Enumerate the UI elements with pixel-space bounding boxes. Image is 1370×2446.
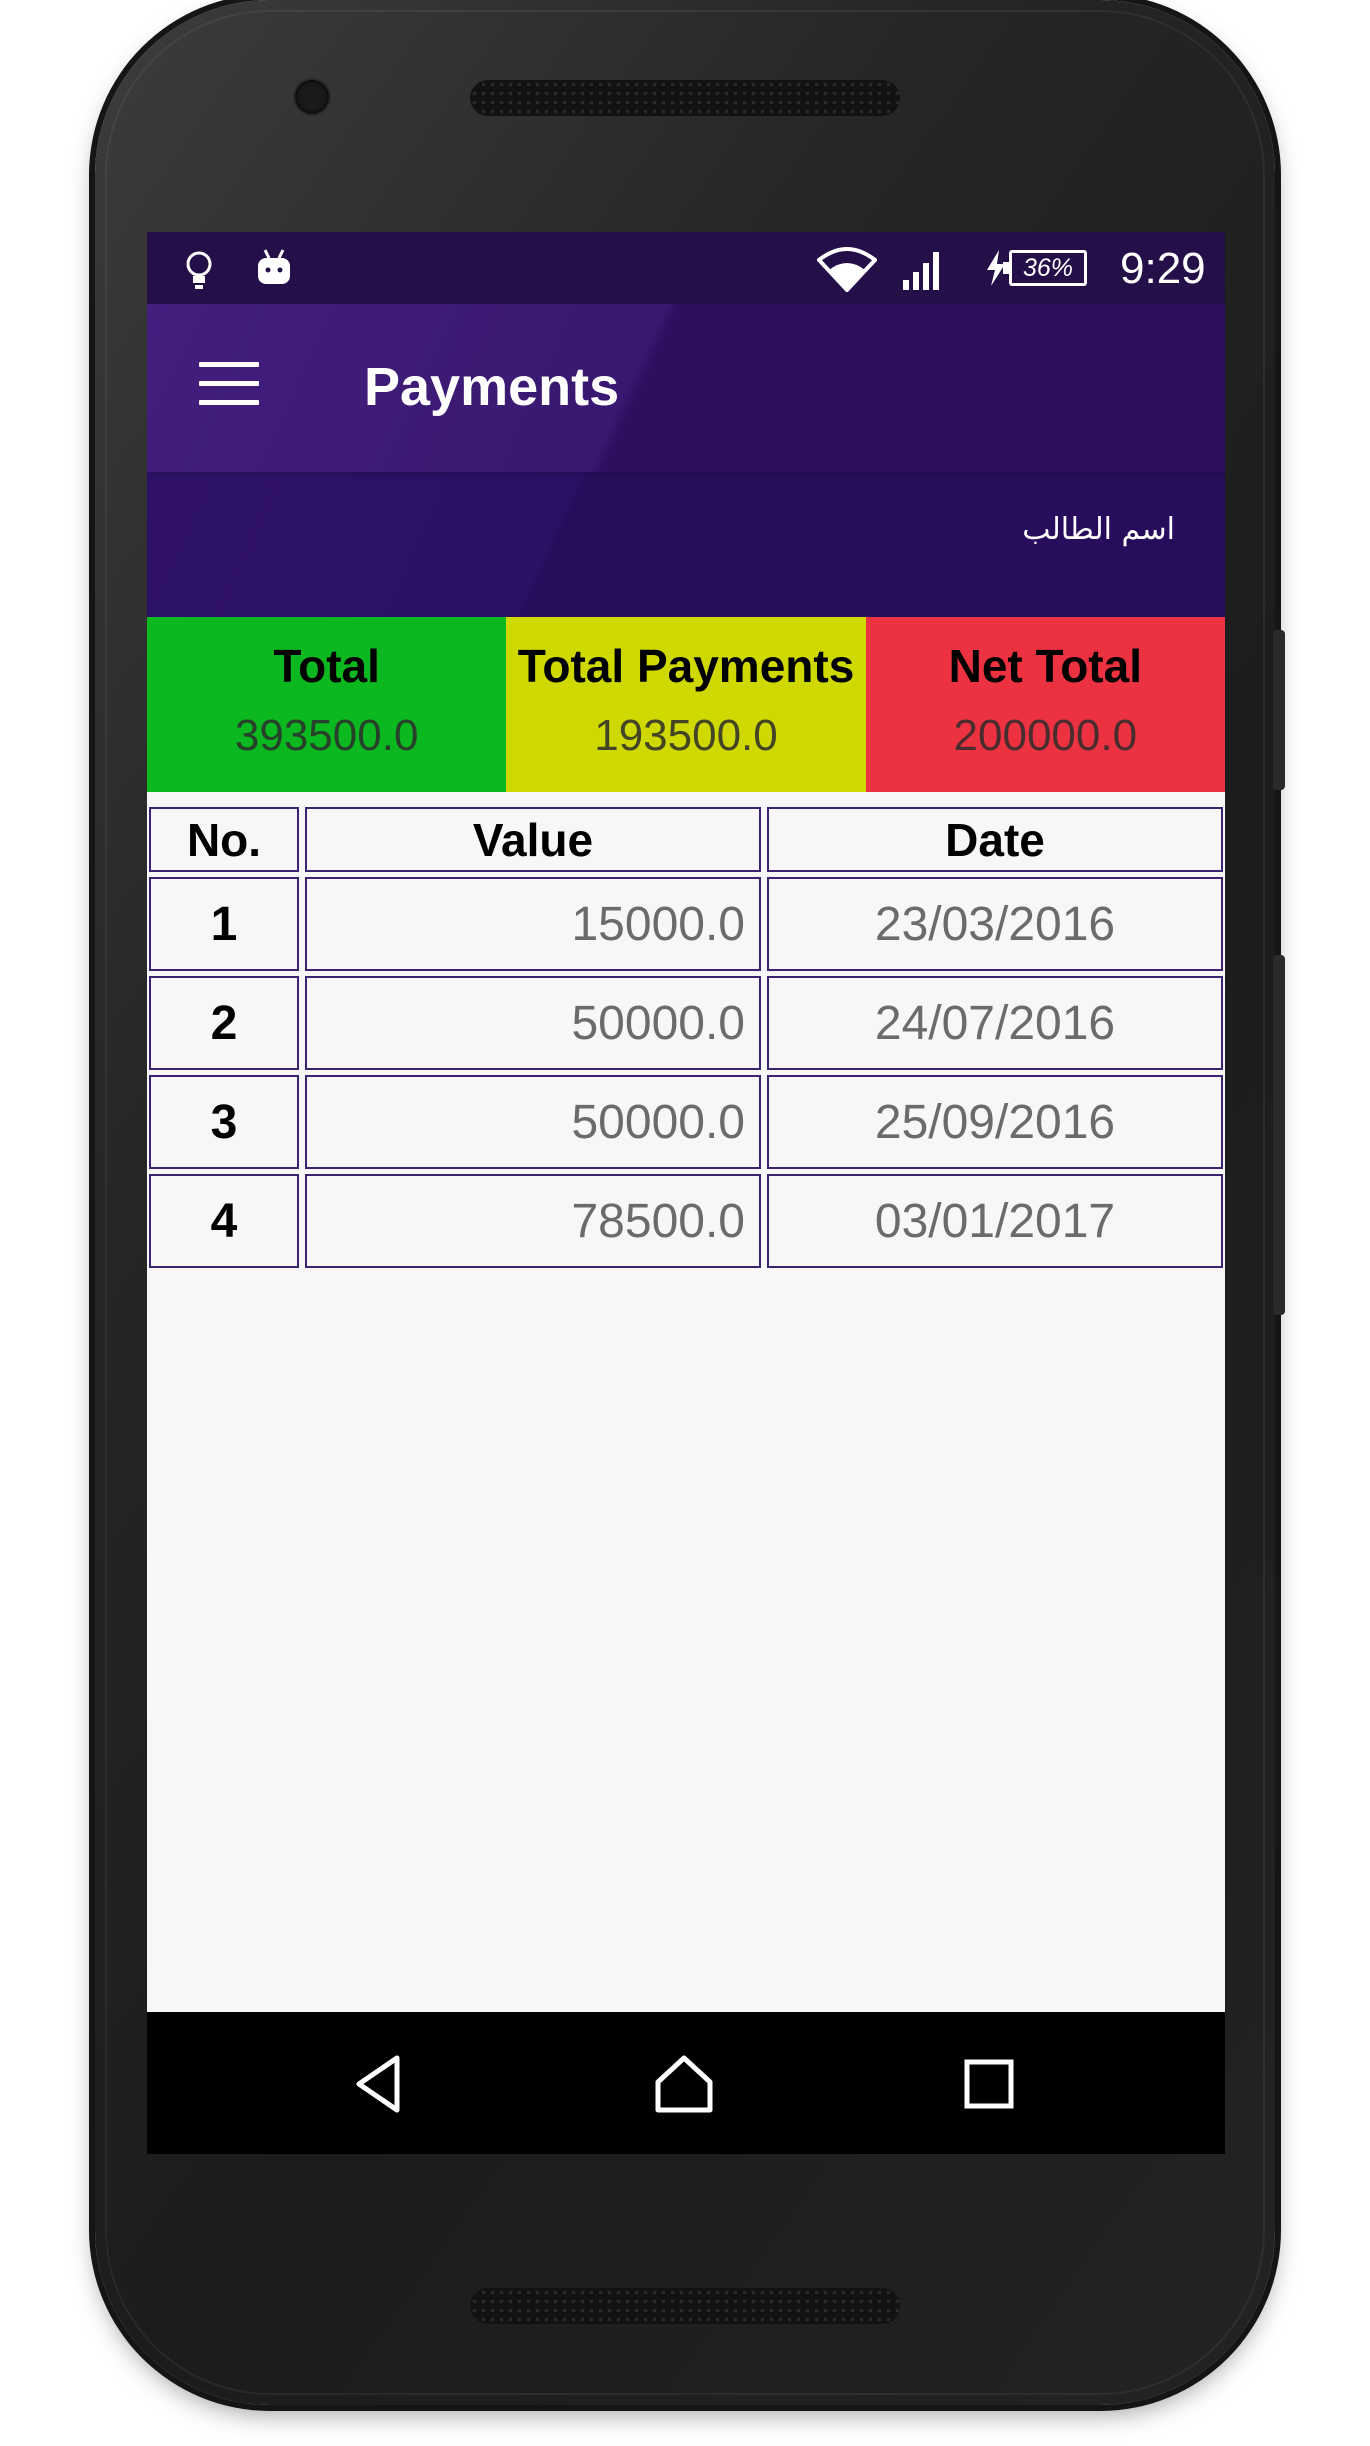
column-header-date: Date (767, 807, 1223, 872)
table-row[interactable]: 2 50000.0 24/07/2016 (149, 976, 1223, 1070)
table-row[interactable]: 1 15000.0 23/03/2016 (149, 877, 1223, 971)
summary-total: Total 393500.0 (147, 617, 507, 792)
row-date: 23/03/2016 (767, 877, 1223, 971)
student-name-label: اسم الطالب (1022, 512, 1175, 547)
table-row[interactable]: 4 78500.0 03/01/2017 (149, 1174, 1223, 1268)
status-bar: 36% 9:29 (147, 232, 1225, 304)
bottom-speaker (470, 2288, 900, 2324)
row-date: 25/09/2016 (767, 1075, 1223, 1169)
back-icon[interactable] (347, 2052, 411, 2116)
row-value: 50000.0 (305, 1075, 761, 1169)
row-no: 3 (149, 1075, 299, 1169)
table-row[interactable]: 3 50000.0 25/09/2016 (149, 1075, 1223, 1169)
row-date: 24/07/2016 (767, 976, 1223, 1070)
power-button (1273, 955, 1285, 1315)
summary-net-total: Net Total 200000.0 (865, 617, 1225, 792)
battery-icon: 36% (1003, 250, 1087, 286)
row-no: 2 (149, 976, 299, 1070)
navigation-bar (147, 2012, 1225, 2154)
clock: 9:29 (1120, 244, 1206, 293)
summary-total-label: Total (273, 640, 380, 692)
summary-net-total-label: Net Total (948, 640, 1142, 692)
battery-percent: 36% (1022, 254, 1074, 282)
lightbulb-icon (186, 251, 212, 289)
summary-total-payments-label: Total Payments (517, 640, 855, 692)
app-bar: Payments (147, 304, 1225, 472)
recents-icon[interactable] (957, 2052, 1021, 2116)
student-header: اسم الطالب (147, 472, 1225, 617)
wifi-icon (817, 247, 877, 292)
summary-total-value: 393500.0 (234, 711, 419, 760)
column-header-no: No. (149, 807, 299, 872)
top-speaker (470, 80, 900, 116)
android-icon (258, 249, 290, 284)
signal-icon (903, 252, 939, 290)
row-no: 4 (149, 1174, 299, 1268)
hamburger-icon[interactable] (199, 362, 259, 405)
summary-net-total-value: 200000.0 (953, 711, 1138, 760)
column-header-value: Value (305, 807, 761, 872)
summary-bar: Total 393500.0 Total Payments 193500.0 N… (147, 617, 1225, 792)
screen: 36% 9:29 Payments اسم الطالب Total 39350… (147, 232, 1225, 2154)
volume-button (1273, 630, 1285, 790)
row-value: 50000.0 (305, 976, 761, 1070)
summary-total-payments: Total Payments 193500.0 (506, 617, 866, 792)
front-camera (295, 80, 329, 114)
row-value: 78500.0 (305, 1174, 761, 1268)
home-icon[interactable] (652, 2052, 716, 2116)
table-header-row: No. Value Date (149, 807, 1223, 872)
row-value: 15000.0 (305, 877, 761, 971)
page-title: Payments (364, 357, 620, 417)
summary-total-payments-value: 193500.0 (594, 711, 778, 760)
row-no: 1 (149, 877, 299, 971)
payments-table: No. Value Date 1 15000.0 23/03/2016 2 50… (149, 807, 1223, 1273)
row-date: 03/01/2017 (767, 1174, 1223, 1268)
